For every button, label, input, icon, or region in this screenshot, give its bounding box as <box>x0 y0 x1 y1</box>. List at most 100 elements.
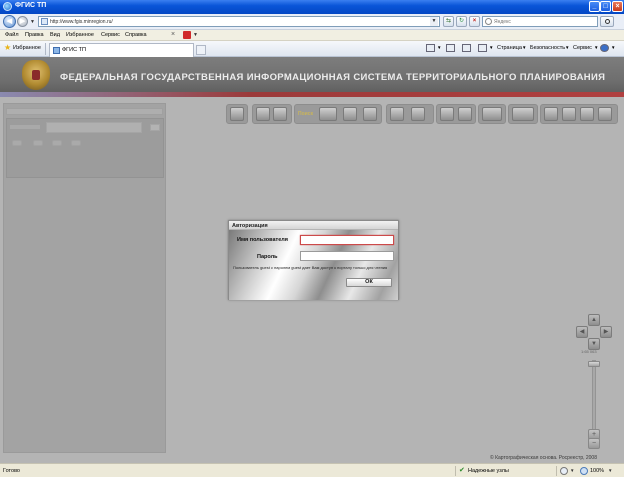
map-tool-button[interactable] <box>598 107 612 121</box>
tab-page-icon <box>53 47 60 54</box>
menu-edit[interactable]: Правка <box>25 32 44 38</box>
favorites-button[interactable]: Избранное <box>13 45 41 51</box>
new-tab-button[interactable] <box>196 45 206 55</box>
left-panel-button[interactable] <box>150 124 160 131</box>
search-box[interactable] <box>482 16 598 27</box>
search-button[interactable] <box>600 16 614 27</box>
refresh-button[interactable]: ↻ <box>456 16 467 27</box>
compatibility-view-button[interactable]: ⇆ <box>443 16 454 27</box>
map-tool-button[interactable] <box>256 107 270 121</box>
map-tool-button[interactable] <box>580 107 594 121</box>
tab-label: ФГИС ТП <box>62 47 86 53</box>
password-input[interactable] <box>301 252 393 260</box>
site-banner: ФЕДЕРАЛЬНАЯ ГОСУДАРСТВЕННАЯ ИНФОРМАЦИОНН… <box>0 57 624 97</box>
password-field[interactable] <box>300 251 394 261</box>
zoom-level[interactable]: 100% <box>590 468 604 474</box>
help-dropdown-icon[interactable]: ▼ <box>611 45 615 50</box>
map-tool-button[interactable] <box>343 107 357 121</box>
tools-dropdown-icon[interactable]: ▼ <box>594 45 598 50</box>
stop-button[interactable]: × <box>469 16 480 27</box>
feeds-icon[interactable] <box>446 44 455 52</box>
page-menu-button[interactable]: Страница <box>497 45 522 51</box>
left-panel-label <box>10 125 40 129</box>
history-dropdown-icon[interactable]: ▼ <box>30 19 35 25</box>
security-zone-label[interactable]: Надежные узлы <box>468 468 509 474</box>
zoom-dropdown-icon[interactable]: ▼ <box>608 468 612 473</box>
password-label: Пароль <box>257 254 278 260</box>
login-dialog-body: Имя пользователя Пароль Пользователь gue… <box>229 230 398 300</box>
map-tool-button[interactable] <box>230 107 244 121</box>
map-tool-button[interactable] <box>544 107 558 121</box>
page-icon <box>41 18 48 25</box>
favorites-star-icon[interactable]: ★ <box>4 44 11 52</box>
close-window-button[interactable]: × <box>612 1 623 12</box>
menu-view[interactable]: Вид <box>50 32 60 38</box>
protected-mode-dropdown-icon[interactable]: ▼ <box>570 468 574 473</box>
page-dropdown-icon[interactable]: ▼ <box>522 45 526 50</box>
map-tool-button[interactable] <box>482 107 502 121</box>
map-tool-button[interactable] <box>319 107 337 121</box>
forward-button[interactable]: ▶ <box>17 16 28 27</box>
mail-icon[interactable] <box>462 44 471 52</box>
left-panel-input[interactable] <box>46 122 142 133</box>
address-input[interactable] <box>50 17 430 26</box>
ok-button[interactable]: ОК <box>346 278 392 287</box>
map-tool-button[interactable] <box>411 107 425 121</box>
pan-right-icon[interactable]: ▶ <box>600 326 612 338</box>
username-input[interactable] <box>301 236 393 244</box>
home-dropdown-icon[interactable]: ▼ <box>437 45 441 50</box>
zoom-out-button[interactable]: − <box>588 438 600 449</box>
home-icon[interactable] <box>426 44 435 52</box>
close-toolbar-icon[interactable]: × <box>171 31 175 38</box>
menu-favorites[interactable]: Избранное <box>66 32 94 38</box>
site-title: ФЕДЕРАЛЬНАЯ ГОСУДАРСТВЕННАЯ ИНФОРМАЦИОНН… <box>60 72 606 83</box>
left-panel-chip[interactable] <box>33 140 43 146</box>
back-button[interactable]: ◀ <box>3 15 16 28</box>
map-tool-button[interactable] <box>458 107 472 121</box>
print-icon[interactable] <box>478 44 487 52</box>
zoom-level-icon[interactable] <box>580 467 588 475</box>
menu-file[interactable]: Файл <box>5 32 19 38</box>
zoom-slider-track[interactable] <box>592 360 596 430</box>
map-tool-button[interactable] <box>390 107 404 121</box>
security-menu-button[interactable]: Безопасность <box>530 45 565 51</box>
map-toolbar-group <box>436 104 476 124</box>
addon-dropdown-icon[interactable]: ▼ <box>193 32 198 38</box>
help-icon[interactable] <box>600 44 609 52</box>
browser-tab[interactable]: ФГИС ТП <box>49 43 194 57</box>
minimize-button[interactable]: _ <box>589 1 600 12</box>
menu-tools[interactable]: Сервис <box>101 32 120 38</box>
map-search-label[interactable]: Поиск <box>298 111 313 117</box>
print-dropdown-icon[interactable]: ▼ <box>489 45 493 50</box>
username-field[interactable] <box>300 235 394 245</box>
login-dialog-title: Авторизация <box>232 223 268 229</box>
left-panel-header <box>6 108 163 115</box>
search-icon <box>604 19 610 24</box>
security-dropdown-icon[interactable]: ▼ <box>565 45 569 50</box>
pan-up-icon[interactable]: ▲ <box>588 314 600 326</box>
tools-menu-button[interactable]: Сервис <box>573 45 592 51</box>
menu-bar: Файл Правка Вид Избранное Сервис Справка… <box>0 30 624 41</box>
addon-icon[interactable] <box>183 31 191 39</box>
map-tool-button[interactable] <box>440 107 454 121</box>
status-bar: Готово ✔ Надежные узлы ▼ 100% ▼ <box>0 463 624 477</box>
address-bar[interactable]: ▼ <box>38 16 440 27</box>
map-tool-button[interactable] <box>273 107 287 121</box>
address-dropdown-icon[interactable]: ▼ <box>430 17 438 26</box>
protected-mode-icon[interactable] <box>560 467 568 475</box>
menu-help[interactable]: Справка <box>125 32 147 38</box>
pan-left-icon[interactable]: ◀ <box>576 326 588 338</box>
zoom-slider-handle[interactable] <box>588 361 600 367</box>
map-tool-button[interactable] <box>512 107 534 121</box>
left-panel-chip[interactable] <box>52 140 62 146</box>
map-tool-button[interactable] <box>363 107 377 121</box>
internet-explorer-icon <box>3 2 12 11</box>
left-panel-chip[interactable] <box>71 140 81 146</box>
maximize-button[interactable]: □ <box>600 1 611 12</box>
search-input[interactable] <box>494 17 594 26</box>
username-label: Имя пользователя <box>237 237 288 243</box>
map-tool-button[interactable] <box>562 107 576 121</box>
zoom-scale-label: 1:65 063 <box>581 349 597 354</box>
flag-stripe <box>0 92 624 97</box>
left-panel-chip[interactable] <box>12 140 22 146</box>
